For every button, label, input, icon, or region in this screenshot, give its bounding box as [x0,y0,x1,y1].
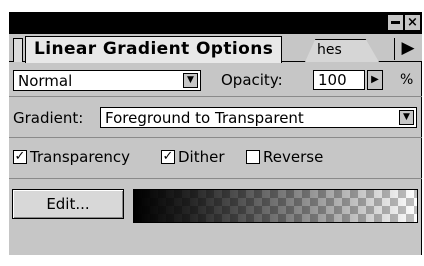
close-icon[interactable]: × [404,14,421,31]
gradient-label: Gradient: [13,109,84,127]
tab-linear-gradient-options[interactable]: Linear Gradient Options [25,36,283,63]
blend-mode-select[interactable]: Normal ▼ [13,70,201,91]
reverse-checkbox[interactable] [246,150,260,164]
opacity-unit: % [400,72,414,88]
minimize-icon[interactable] [387,14,404,31]
blend-row: Normal ▼ Opacity: 100 ▶ % [9,62,422,97]
tab-stub[interactable] [13,38,23,62]
gradient-select[interactable]: Foreground to Transparent ▼ [100,107,417,128]
options-row: ✓ Transparency ✓ Dither Reverse [9,138,422,179]
tab-swatches[interactable]: hes [305,39,379,62]
edit-button[interactable]: Edit... [12,189,124,219]
transparency-checkbox[interactable]: ✓ [13,150,27,164]
opacity-label: Opacity: [221,71,283,89]
reverse-label[interactable]: Reverse [263,147,323,167]
opacity-input[interactable]: 100 [313,70,365,90]
dither-checkbox[interactable]: ✓ [161,150,175,164]
transparency-label[interactable]: Transparency [30,147,130,167]
chevron-down-icon[interactable]: ▼ [399,110,414,125]
blend-mode-value: Normal [18,72,73,90]
dither-label[interactable]: Dither [178,147,225,167]
palette-title-bar[interactable]: × [9,12,422,34]
linear-gradient-options-palette: × Linear Gradient Options hes ▶ Normal ▼… [9,12,422,255]
gradient-preview[interactable] [133,189,418,223]
gradient-row: Gradient: Foreground to Transparent ▼ [9,97,422,138]
chevron-down-icon[interactable]: ▼ [183,73,198,88]
palette-tab-row: Linear Gradient Options hes ▶ [9,34,422,63]
opacity-stepper-icon[interactable]: ▶ [367,70,383,90]
tab-scroll-right-icon[interactable]: ▶ [394,38,421,60]
gradient-fade [134,190,417,222]
gradient-value: Foreground to Transparent [105,109,304,127]
edit-row: Edit... [9,179,422,231]
